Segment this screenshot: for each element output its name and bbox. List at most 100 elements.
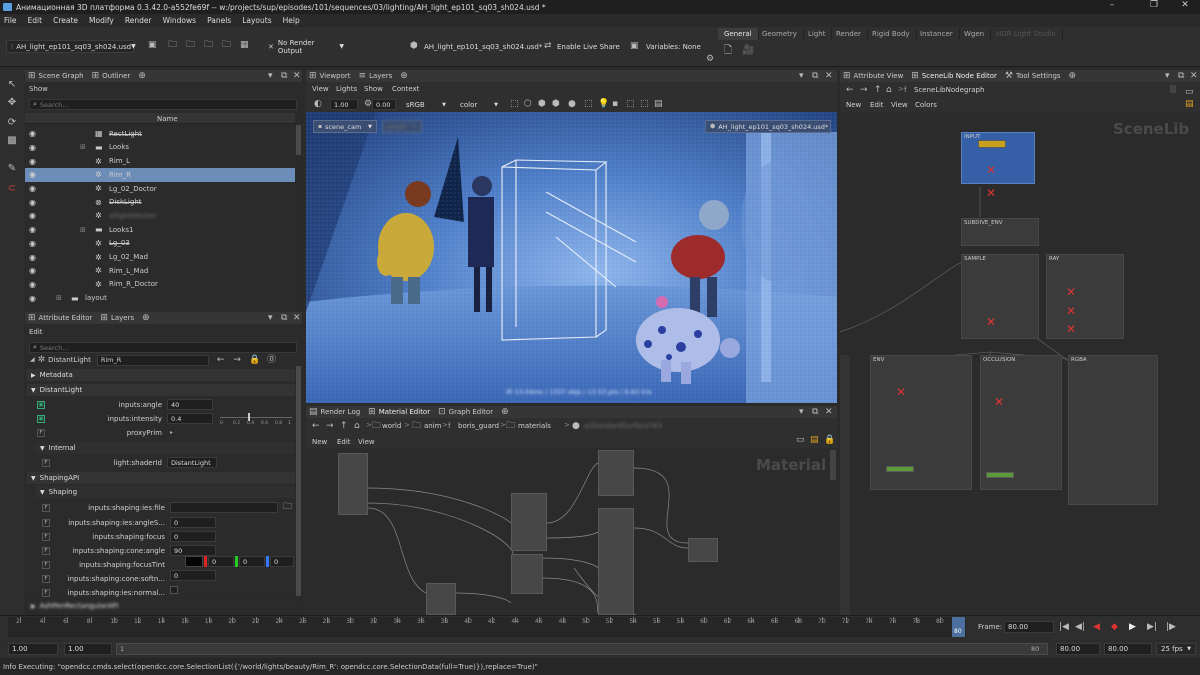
viewport-menu-view[interactable]: View xyxy=(312,85,329,93)
outliner-row[interactable]: ◉ ✲ Lg_02_Mad xyxy=(25,250,295,264)
ne-chat-icon[interactable]: ▭ xyxy=(1185,88,1194,97)
gamma-field[interactable]: 0.00 xyxy=(372,99,396,110)
add-tab-icon[interactable]: ⊕ xyxy=(142,313,150,323)
me-lock-icon[interactable]: 🔒 xyxy=(824,436,835,445)
move-tool-icon[interactable]: ✥ xyxy=(4,94,20,110)
me-chat-icon[interactable]: ▭ xyxy=(796,436,805,445)
wireframe-toggle-icon[interactable]: ⬚ xyxy=(584,100,593,109)
attr-intensity-slider[interactable]: 0 0.2 0.4 0.6 0.8 1 xyxy=(220,412,292,428)
forward-arrow-icon[interactable]: → xyxy=(233,355,241,365)
shader-node[interactable] xyxy=(511,493,547,551)
tab-graph-editor[interactable]: Graph Editor xyxy=(449,408,493,416)
pin-icon[interactable]: ▾ xyxy=(1165,71,1170,81)
attr-ies-norm-flag[interactable]: F xyxy=(42,589,50,597)
crumb-shader[interactable]: aiStandardSurface763 xyxy=(584,422,662,430)
ae-edit-menu[interactable]: Edit xyxy=(29,328,43,336)
select-tool-icon[interactable]: ↖ xyxy=(4,76,20,92)
shader-node[interactable] xyxy=(511,554,543,594)
pin-icon[interactable]: ▾ xyxy=(799,71,804,81)
render-output-combo[interactable]: ✕ No Render Output ▼ xyxy=(264,39,348,55)
attr-focus-flag[interactable]: F xyxy=(42,533,50,541)
range-slider[interactable]: 1 80 xyxy=(116,643,1048,655)
open-file-icon[interactable]: 🗀 xyxy=(168,41,177,50)
visibility-eye-icon[interactable]: ◉ xyxy=(29,225,36,234)
play-forward-icon[interactable]: ▶ xyxy=(1129,623,1136,632)
shelf-tab-render[interactable]: Render xyxy=(830,28,868,40)
material-graph-canvas[interactable]: Material xyxy=(306,448,837,615)
context-tag[interactable]: email ✕ xyxy=(382,120,422,133)
tint-g-field[interactable]: 0 xyxy=(239,556,265,567)
step-back-icon[interactable]: ◀| xyxy=(1075,623,1085,632)
scenelib-output-node[interactable] xyxy=(886,466,914,472)
attr-ies-norm-checkbox[interactable] xyxy=(170,586,178,594)
menu-modify[interactable]: Modify xyxy=(89,16,114,25)
section-shaping[interactable]: ▼ Shaping xyxy=(36,486,295,498)
paint-tool-icon[interactable]: ✎ xyxy=(4,160,20,176)
range-inner-start-field[interactable]: 1.00 xyxy=(64,643,112,655)
float-icon[interactable]: ⧉ xyxy=(281,71,287,81)
section-distantlight[interactable]: ▼ DistantLight xyxy=(27,384,295,396)
back-arrow-icon[interactable]: ← xyxy=(217,355,225,365)
open-recent-icon[interactable]: 🗀 xyxy=(186,41,195,50)
outliner-row[interactable]: ◉ ⊞ ▬ Looks xyxy=(25,141,295,155)
exposure-field[interactable]: 1.00 xyxy=(330,99,358,110)
shelf-camera-icon[interactable]: 🎥 xyxy=(742,46,754,56)
shelf-new-scene-icon[interactable]: 🗋 xyxy=(724,46,732,56)
pin-icon[interactable]: ▾ xyxy=(268,313,273,323)
attr-proxy-expand-icon[interactable]: ▸ xyxy=(170,429,173,436)
visibility-eye-icon[interactable]: ◉ xyxy=(29,198,36,207)
shader-node[interactable] xyxy=(598,508,634,615)
crumb-world[interactable]: world xyxy=(382,422,401,430)
tint-r-field[interactable]: 0 xyxy=(208,556,234,567)
collapse-icon[interactable]: ◢ xyxy=(30,357,35,363)
expand-toggle-icon[interactable]: ⊞ xyxy=(80,226,86,234)
record-key-icon[interactable]: ◆ xyxy=(1111,623,1118,632)
reload-icon[interactable]: 🗀 xyxy=(222,41,231,50)
attr-shader-field[interactable]: DistantLight xyxy=(167,457,217,468)
visibility-eye-icon[interactable]: ◉ xyxy=(29,157,36,166)
outliner-row[interactable]: ◉ ⊗ DiskLight xyxy=(25,196,295,210)
maximize-button[interactable]: ❐ xyxy=(1139,0,1169,14)
nav-forward-icon[interactable]: → xyxy=(326,422,334,431)
ne-menu-view[interactable]: View xyxy=(891,101,908,109)
me-menu-view[interactable]: View xyxy=(358,438,375,446)
outliner-row[interactable]: ◉ ✲ Lg_02_Doctor xyxy=(25,182,295,196)
attr-cone-angle-flag[interactable]: F xyxy=(42,547,50,555)
add-tab-icon[interactable]: ⊕ xyxy=(400,71,408,81)
tab-layers[interactable]: Layers xyxy=(111,314,134,322)
outliner-row[interactable]: ◉ ✲ Rim_R_Doctor xyxy=(25,278,295,292)
attr-angle-field[interactable]: 40 xyxy=(167,399,213,410)
step-forward-icon[interactable]: ▶| xyxy=(1147,623,1157,632)
shelf-tab-geometry[interactable]: Geometry xyxy=(756,28,804,40)
grid-icon[interactable]: ⬚ xyxy=(510,100,519,109)
ne-warning-icon[interactable]: ▤ xyxy=(1185,100,1194,109)
live-share-button[interactable]: Enable Live Share xyxy=(557,43,620,51)
menu-render[interactable]: Render xyxy=(125,16,152,25)
me-warning-icon[interactable]: ▤ xyxy=(810,436,819,445)
float-icon[interactable]: ⧉ xyxy=(812,71,818,81)
tab-attribute-view[interactable]: Attribute View xyxy=(854,72,904,80)
layers-icon[interactable]: ▦ xyxy=(240,41,249,50)
section-collapsed-api[interactable]: ▶ AshPenRectangularAPI xyxy=(27,600,295,612)
shelf-tab-general[interactable]: General xyxy=(718,28,759,40)
crumb-boris-guard[interactable]: boris_guard xyxy=(458,422,499,430)
range-end-field[interactable]: 80.00 xyxy=(1056,643,1100,655)
sphere-icon[interactable]: ● xyxy=(568,100,576,109)
viewport-menu-context[interactable]: Context xyxy=(392,85,419,93)
shelf-tab-rigid-body[interactable]: Rigid Body xyxy=(866,28,917,40)
attr-ies-angle-flag[interactable]: F xyxy=(42,519,50,527)
select-box-icon[interactable]: ⬚ xyxy=(626,100,635,109)
variables-icon[interactable]: ▣ xyxy=(630,42,639,51)
tab-viewport[interactable]: Viewport xyxy=(320,72,351,80)
attr-focus-tint-flag[interactable]: F xyxy=(42,561,50,569)
close-button[interactable]: ✕ xyxy=(1170,0,1200,14)
shader-node[interactable] xyxy=(338,453,368,515)
node-editor-path[interactable]: SceneLibNodegraph xyxy=(914,86,984,94)
add-tab-icon[interactable]: ⊕ xyxy=(1069,71,1077,81)
viewport-menu-show[interactable]: Show xyxy=(364,85,383,93)
attr-proxy-flag[interactable]: F xyxy=(37,429,45,437)
shaded-cube-icon[interactable]: ⬢ xyxy=(538,100,546,109)
tab-attribute-editor[interactable]: Attribute Editor xyxy=(39,314,93,322)
nav-back-icon[interactable]: ← xyxy=(312,422,320,431)
outliner-row[interactable]: ◉ ✲ allightblocker xyxy=(25,209,295,223)
